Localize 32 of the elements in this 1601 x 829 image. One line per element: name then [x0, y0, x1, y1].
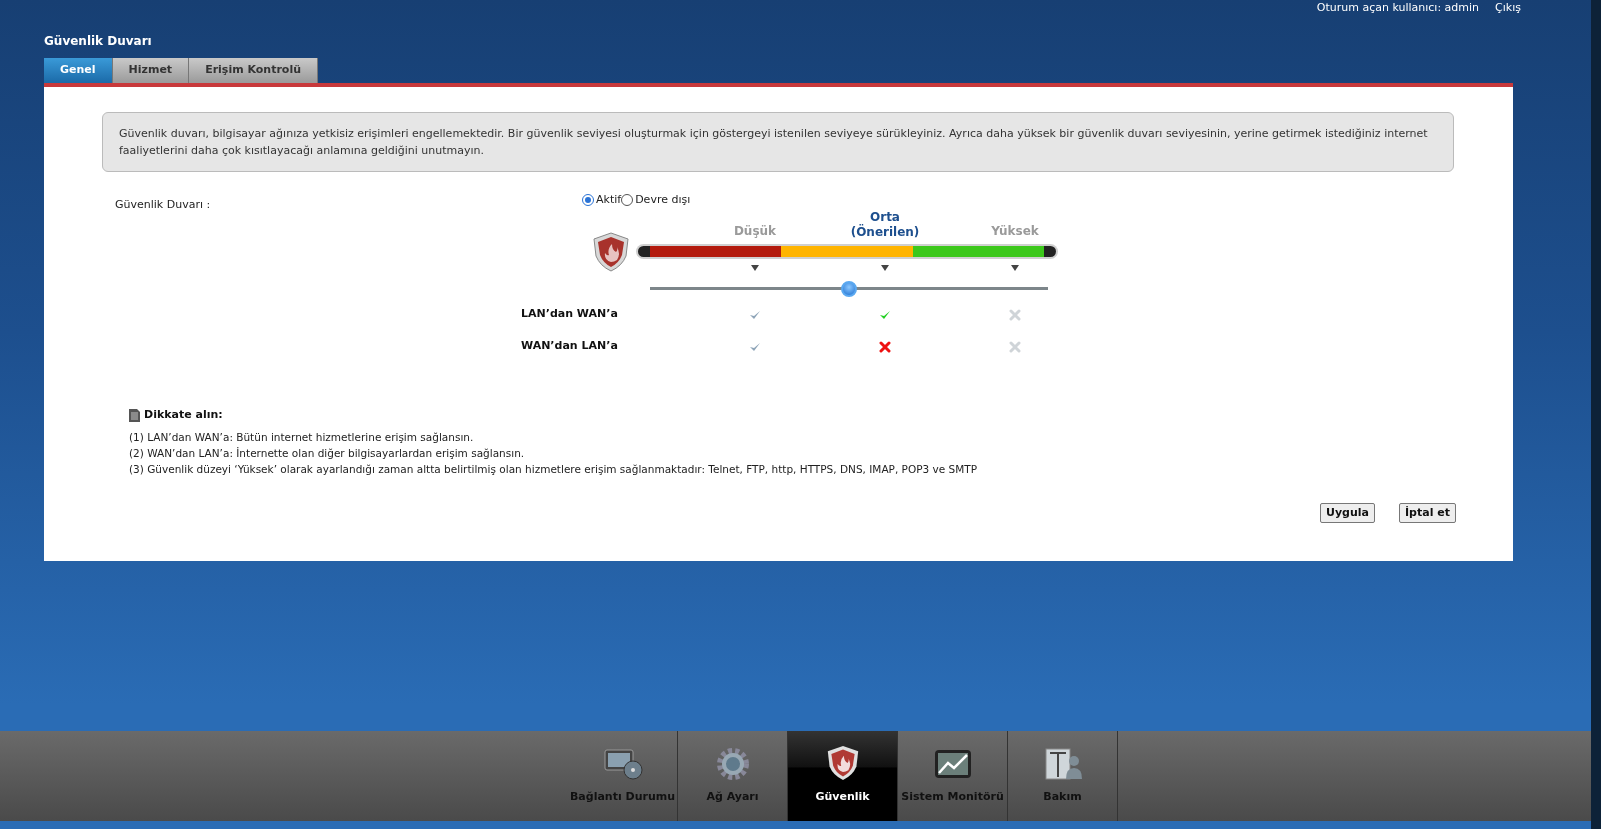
shield-icon	[592, 232, 630, 272]
level-label: Yüksek	[990, 224, 1040, 239]
radio-option[interactable]: Devre dışı	[621, 192, 691, 209]
server-person-icon	[1043, 745, 1082, 781]
note-text: (2) WAN’dan LAN’a: İnternette olan diğer bilgisayarlardan erişim sağlansın.	[129, 446, 526, 461]
field-label: Güvenlik Duvarı :	[115, 197, 211, 213]
page-title: Güvenlik Duvarı	[44, 33, 153, 50]
logout-link[interactable]: Çıkış	[1495, 0, 1521, 17]
user-label: Oturum açan kullanıcı: admin	[1316, 0, 1480, 16]
radio-option[interactable]: Aktif	[582, 192, 622, 209]
notes-title: Dikkate alın:	[144, 407, 223, 423]
shield-icon	[825, 745, 860, 781]
tab[interactable]: Hizmet	[112, 58, 190, 83]
action-button[interactable]: Uygula	[1320, 503, 1376, 523]
nav-item[interactable]: Güvenlik	[788, 731, 898, 821]
action-button[interactable]: İptal et	[1399, 503, 1456, 523]
tab[interactable]: Erişim Kontrolü	[189, 58, 318, 83]
note-icon	[129, 408, 140, 422]
note-text: (1) LAN’dan WAN’a: Bütün internet hizmetlerine erişim sağlansın.	[129, 430, 475, 445]
pointer-icon	[881, 265, 889, 271]
slider[interactable]	[650, 281, 1048, 297]
row-label: WAN’dan LAN’a	[521, 338, 618, 354]
pointer-icon	[751, 265, 759, 271]
tab[interactable]: Genel	[44, 58, 113, 83]
row-label: LAN’dan WAN’a	[521, 306, 618, 322]
info-text: Güvenlik duvarı, bilgisayar ağınıza yetkisiz erişimleri engellemektedir. Bir güvenlik seviyesi oluşturmak için göstergeyi istenilen seviyeye sürükleyiniz. Ayrıca daha yüksek bir güvenlik duvarı seviyesinin, yerine getirmek istediğiniz internet faaliyetlerini daha çok kısıtlayacağı anlamına geldiğini unutmayın.	[102, 112, 1454, 172]
pointer-icon	[1011, 265, 1019, 271]
note-text: (3) Güvenlik düzeyi ‘Yüksek’ olarak ayarlandığı zaman altta belirtilmiş olan hizmetlere erişim sağlanmaktadır: Telnet, FTP, http, HTTPS, DNS, IMAP, POP3 ve SMTP	[129, 462, 977, 477]
gear-icon	[715, 745, 750, 781]
level-label: Orta (Önerilen)	[849, 210, 921, 240]
slider-thumb[interactable]	[841, 281, 857, 297]
level-label: Düşük	[732, 224, 778, 239]
